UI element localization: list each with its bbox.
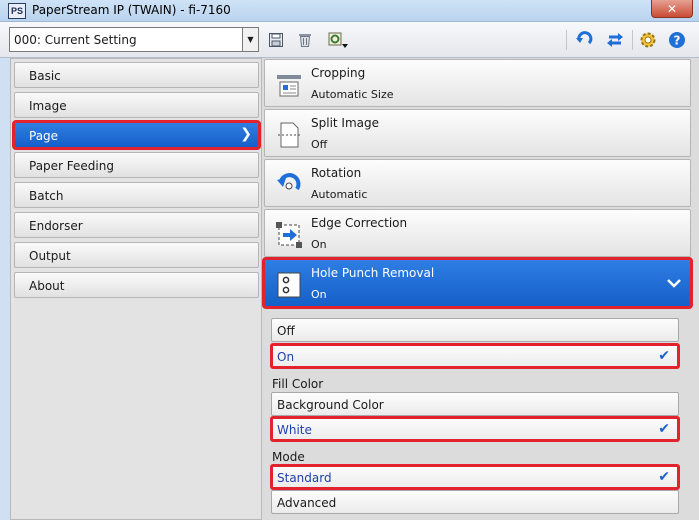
sidebar-item-label: Image: [29, 99, 67, 113]
delete-icon[interactable]: [295, 30, 315, 50]
sidebar-item-batch[interactable]: Batch: [14, 182, 259, 208]
option-label: On: [277, 350, 295, 364]
category-hole-punch-removal[interactable]: Hole Punch Removal On: [262, 257, 693, 309]
fill-color-label: Fill Color: [272, 377, 324, 391]
sidebar-item-about[interactable]: About: [14, 272, 259, 298]
option-white[interactable]: White ✔: [270, 416, 680, 442]
category-cropping[interactable]: Cropping Automatic Size: [264, 59, 691, 107]
category-value: Automatic: [311, 188, 368, 201]
save-icon[interactable]: [266, 30, 286, 50]
svg-text:?: ?: [674, 34, 681, 48]
app-logo-icon: PS: [8, 3, 26, 19]
sidebar-item-basic[interactable]: Basic: [14, 62, 259, 88]
mode-label: Mode: [272, 450, 305, 464]
category-name: Rotation: [311, 166, 362, 180]
reset-icon[interactable]: [574, 30, 594, 50]
cropping-icon: [275, 71, 303, 99]
window-title: PaperStream IP (TWAIN) - fi-7160: [32, 3, 231, 17]
category-name: Split Image: [311, 116, 380, 130]
option-off[interactable]: Off: [271, 318, 679, 342]
sidebar-item-output[interactable]: Output: [14, 242, 259, 268]
sidebar-item-page[interactable]: Page ❯: [12, 120, 261, 150]
settings-export-icon[interactable]: [326, 30, 350, 50]
sidebar-item-paper-feeding[interactable]: Paper Feeding: [14, 152, 259, 178]
gear-icon[interactable]: [638, 30, 658, 50]
sidebar-item-label: Output: [29, 249, 71, 263]
page-settings-panel: Cropping Automatic Size Split Image Off …: [262, 58, 699, 520]
checkmark-icon: ✔: [658, 469, 670, 485]
close-button[interactable]: ✕: [651, 0, 693, 18]
option-label: Background Color: [277, 398, 384, 412]
setting-select-value: 000: Current Setting: [14, 33, 137, 47]
option-label: White: [277, 423, 312, 437]
checkmark-icon: ✔: [658, 421, 670, 437]
chevron-down-icon[interactable]: [666, 274, 682, 293]
category-value: Off: [311, 138, 328, 151]
sidebar-item-label: Endorser: [29, 219, 83, 233]
sidebar-item-label: Batch: [29, 189, 64, 203]
sidebar-item-label: Basic: [29, 69, 61, 83]
rotation-icon: [275, 171, 303, 199]
hole-punch-icon: [275, 271, 303, 299]
sidebar-item-endorser[interactable]: Endorser: [14, 212, 259, 238]
checkmark-icon: ✔: [658, 348, 670, 364]
sidebar: Basic Image Page ❯ Paper Feeding Batch En…: [10, 58, 262, 520]
category-name: Hole Punch Removal: [311, 266, 435, 280]
option-background-color[interactable]: Background Color: [271, 392, 679, 416]
category-edge-correction[interactable]: Edge Correction On: [264, 209, 691, 257]
sidebar-item-image[interactable]: Image: [14, 92, 259, 118]
option-label: Standard: [277, 471, 332, 485]
sidebar-item-label: Page: [29, 129, 59, 143]
option-label: Advanced: [277, 496, 337, 510]
setting-select[interactable]: 000: Current Setting ▼: [9, 27, 259, 52]
help-icon[interactable]: ?: [667, 30, 687, 50]
category-name: Cropping: [311, 66, 366, 80]
category-value: Automatic Size: [311, 88, 394, 101]
category-split-image[interactable]: Split Image Off: [264, 109, 691, 157]
sidebar-item-label: About: [29, 279, 65, 293]
option-standard[interactable]: Standard ✔: [270, 464, 680, 490]
swap-icon[interactable]: [605, 30, 625, 50]
option-advanced[interactable]: Advanced: [271, 490, 679, 514]
toolbar-separator: [632, 30, 633, 50]
category-rotation[interactable]: Rotation Automatic: [264, 159, 691, 207]
category-name: Edge Correction: [311, 216, 408, 230]
category-value: On: [311, 238, 327, 251]
option-label: Off: [277, 324, 295, 338]
sidebar-item-label: Paper Feeding: [29, 159, 114, 173]
title-bar: PS PaperStream IP (TWAIN) - fi-7160 ✕: [0, 0, 699, 22]
edge-correction-icon: [275, 221, 303, 249]
chevron-right-icon: ❯: [240, 126, 252, 142]
chevron-down-icon[interactable]: ▼: [242, 28, 258, 51]
toolbar-separator: [566, 30, 567, 50]
option-on[interactable]: On ✔: [270, 343, 680, 369]
category-value: On: [311, 288, 327, 301]
split-image-icon: [275, 121, 303, 149]
toolbar: 000: Current Setting ▼ ?: [0, 22, 699, 58]
